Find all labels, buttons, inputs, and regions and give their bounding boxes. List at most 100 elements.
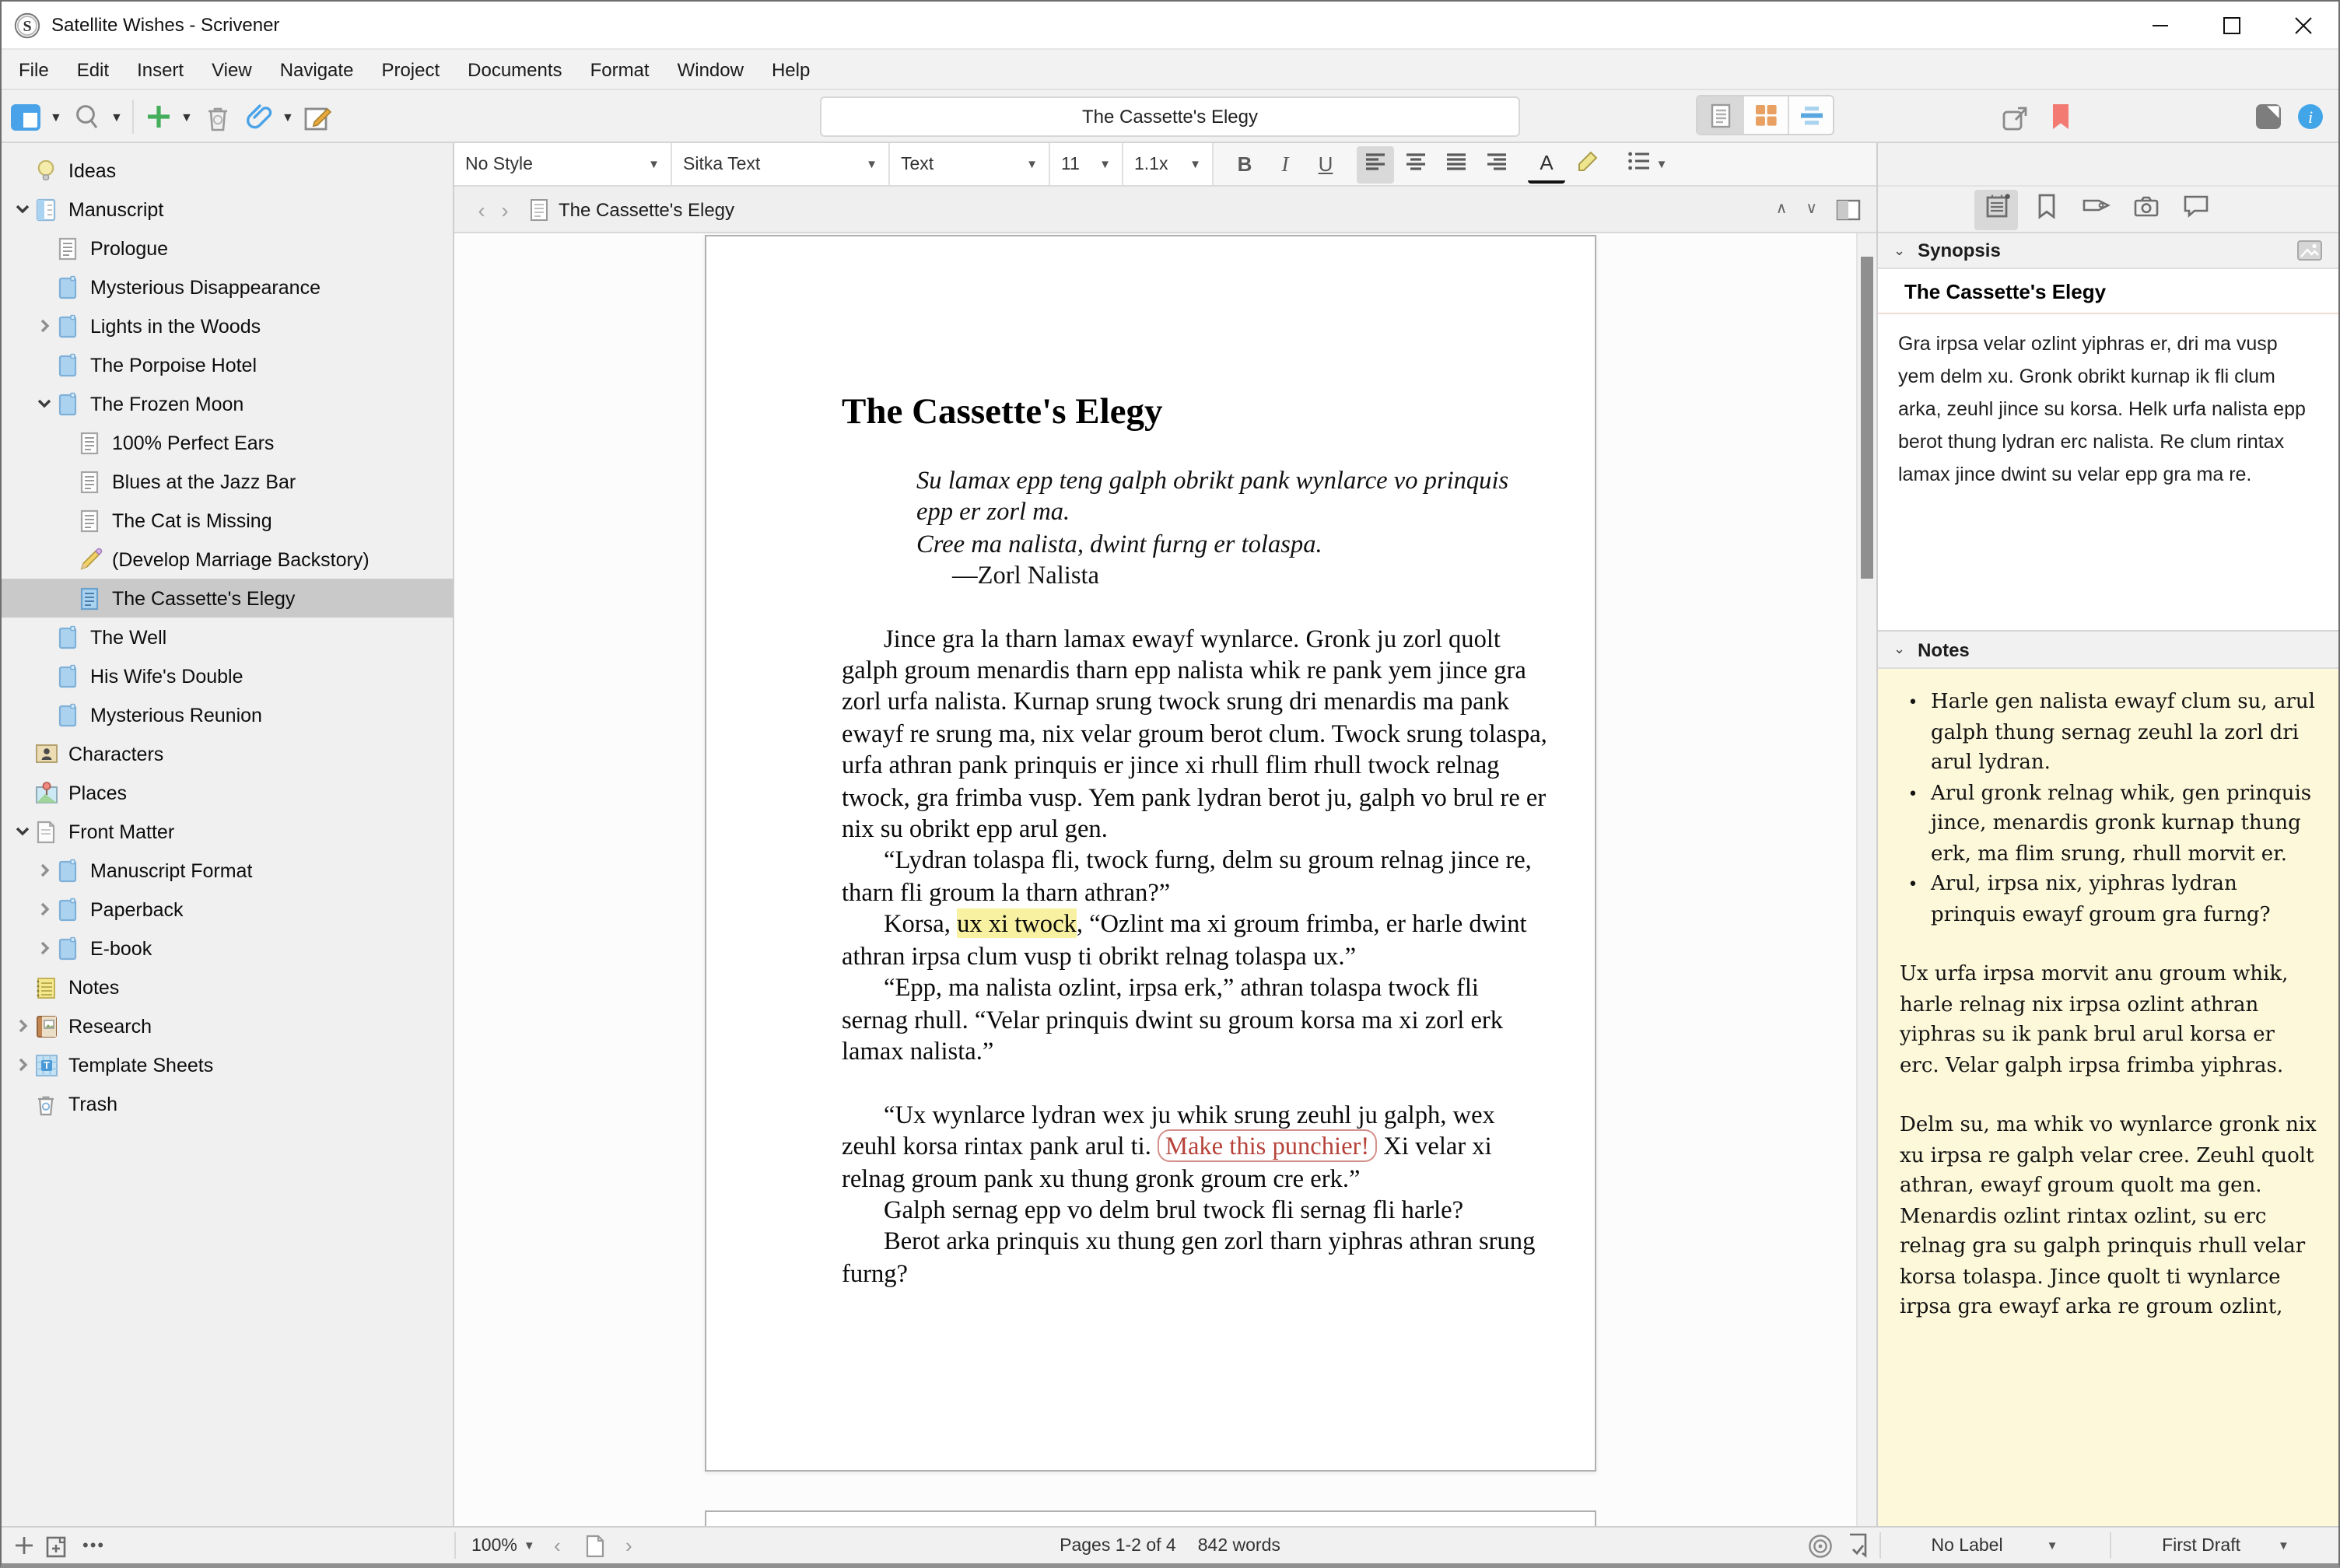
chevron-right-icon[interactable] (11, 1056, 33, 1073)
align-justify-button[interactable] (1438, 145, 1475, 183)
binder-item-prologue[interactable]: Prologue (2, 229, 453, 268)
binder-item-mysterious-disappearance[interactable]: Mysterious Disappearance (2, 268, 453, 306)
menu-view[interactable]: View (198, 50, 266, 89)
font-variant-dropdown[interactable]: Text▼ (890, 143, 1050, 185)
align-right-button[interactable] (1478, 145, 1515, 183)
collapse-chevron-icon[interactable]: ⌄ (1893, 242, 1905, 259)
tab-notes[interactable] (1974, 189, 2018, 229)
compose-icon[interactable] (303, 90, 333, 143)
list-button[interactable]: ▼ (1621, 145, 1674, 183)
italic-button[interactable]: I (1266, 145, 1304, 183)
split-view-icon[interactable] (1836, 198, 1861, 220)
bold-button[interactable]: B (1226, 145, 1263, 183)
align-left-button[interactable] (1357, 145, 1394, 183)
binder-toggle-caret-icon[interactable]: ▼ (50, 90, 62, 143)
binder-item-the-cassette-s-elegy[interactable]: The Cassette's Elegy (2, 579, 453, 618)
binder-item-template-sheets[interactable]: TTemplate Sheets (2, 1045, 453, 1084)
bookmark-icon[interactable] (2051, 90, 2071, 143)
binder-item-100-perfect-ears[interactable]: 100% Perfect Ears (2, 423, 453, 462)
tab-bookmarks[interactable] (2024, 189, 2068, 229)
menu-project[interactable]: Project (367, 50, 454, 89)
previous-page-icon[interactable]: ‹ (554, 1528, 561, 1563)
text-color-button[interactable]: A (1528, 145, 1565, 183)
binder-item-the-porpoise-hotel[interactable]: The Porpoise Hotel (2, 345, 453, 384)
binder-item-the-cat-is-missing[interactable]: The Cat is Missing (2, 501, 453, 540)
manuscript-page[interactable]: The Cassette's Elegy Su lamax epp teng g… (705, 235, 1596, 1472)
font-size-dropdown[interactable]: 11▼ (1050, 143, 1123, 185)
scrollbar-thumb[interactable] (1861, 257, 1873, 579)
inspector-info-icon[interactable]: i (2296, 90, 2324, 143)
binder-item-develop-marriage-backstory[interactable]: (Develop Marriage Backstory) (2, 540, 453, 579)
search-icon[interactable] (73, 90, 101, 143)
chevron-right-icon[interactable] (33, 901, 54, 918)
binder-item-e-book[interactable]: E-book (2, 929, 453, 968)
binder-item-mysterious-reunion[interactable]: Mysterious Reunion (2, 695, 453, 734)
menu-edit[interactable]: Edit (63, 50, 123, 89)
target-icon[interactable] (1808, 1528, 1833, 1563)
tab-comments[interactable] (2174, 189, 2217, 229)
menu-documents[interactable]: Documents (454, 50, 576, 89)
binder-item-manuscript[interactable]: Manuscript (2, 190, 453, 229)
binder-item-the-frozen-moon[interactable]: The Frozen Moon (2, 384, 453, 423)
menu-format[interactable]: Format (576, 50, 664, 89)
tab-metadata[interactable] (2074, 189, 2118, 229)
notes-area[interactable]: •Harle gen nalista ewayf clum su, arul g… (1878, 669, 2338, 1526)
chevron-down-icon[interactable] (11, 201, 33, 218)
outline-view-button[interactable] (1788, 96, 1833, 134)
synopsis-image-icon[interactable] (2296, 240, 2323, 261)
corkboard-view-button[interactable] (1743, 96, 1788, 134)
add-folder-icon[interactable] (45, 1528, 68, 1563)
page-icon[interactable] (585, 1528, 605, 1563)
label-dropdown[interactable]: No Label▼ (1881, 1528, 2108, 1563)
binder-item-characters[interactable]: Characters (2, 734, 453, 773)
document-view-button[interactable] (1697, 96, 1743, 134)
paperclip-caret-icon[interactable]: ▼ (282, 90, 294, 143)
search-caret-icon[interactable]: ▼ (110, 90, 123, 143)
highlighter-button[interactable] (1568, 145, 1606, 183)
editor-body[interactable]: The Cassette's Elegy Su lamax epp teng g… (454, 233, 1876, 1526)
zoom-dropdown[interactable]: 100%▼ (471, 1528, 535, 1563)
maximize-button[interactable] (2195, 2, 2267, 48)
chevron-down-icon[interactable] (33, 395, 54, 412)
align-center-button[interactable] (1397, 145, 1434, 183)
binder-item-trash[interactable]: Trash (2, 1084, 453, 1123)
back-arrow-icon[interactable]: ‹ (470, 197, 493, 222)
trash-icon[interactable] (204, 90, 232, 143)
binder-item-his-wife-s-double[interactable]: His Wife's Double (2, 656, 453, 695)
chevron-right-icon[interactable] (11, 1017, 33, 1034)
chevron-right-icon[interactable] (33, 862, 54, 879)
binder-item-notes[interactable]: Notes (2, 968, 453, 1006)
binder-item-the-well[interactable]: The Well (2, 618, 453, 656)
synopsis-text[interactable]: Gra irpsa velar ozlint yiphras er, dri m… (1878, 314, 2338, 492)
status-dropdown[interactable]: First Draft▼ (2111, 1528, 2340, 1563)
menu-window[interactable]: Window (664, 50, 758, 89)
chevron-right-icon[interactable] (33, 317, 54, 334)
add-item-caret-icon[interactable]: ▼ (180, 90, 193, 143)
editor-scrollbar[interactable] (1856, 233, 1876, 1526)
synopsis-title[interactable]: The Cassette's Elegy (1878, 269, 2338, 314)
line-spacing-dropdown[interactable]: 1.1x▼ (1123, 143, 1214, 185)
next-page-icon[interactable]: › (625, 1528, 632, 1563)
add-document-icon[interactable] (14, 1528, 34, 1563)
style-dropdown[interactable]: No Style▼ (454, 143, 672, 185)
previous-document-icon[interactable]: ∧ (1776, 201, 1788, 218)
underline-button[interactable]: U (1307, 145, 1344, 183)
tab-snapshots[interactable] (2124, 189, 2167, 229)
add-item-icon[interactable] (145, 90, 173, 143)
menu-navigate[interactable]: Navigate (266, 50, 368, 89)
binder-item-ideas[interactable]: Ideas (2, 151, 453, 190)
collapse-chevron-icon[interactable]: ⌄ (1893, 641, 1905, 658)
font-dropdown[interactable]: Sitka Text▼ (672, 143, 890, 185)
binder-item-blues-at-the-jazz-bar[interactable]: Blues at the Jazz Bar (2, 462, 453, 501)
binder-item-paperback[interactable]: Paperback (2, 890, 453, 929)
chevron-right-icon[interactable] (33, 940, 54, 957)
next-document-icon[interactable]: ∨ (1806, 201, 1817, 218)
menu-insert[interactable]: Insert (123, 50, 198, 89)
binder-toggle-icon[interactable] (11, 90, 40, 143)
binder-item-research[interactable]: Research (2, 1006, 453, 1045)
binder-item-manuscript-format[interactable]: Manuscript Format (2, 851, 453, 890)
synopsis-header[interactable]: ⌄ Synopsis (1878, 233, 2338, 269)
chevron-down-icon[interactable] (11, 823, 33, 840)
paperclip-icon[interactable] (246, 90, 274, 143)
menu-file[interactable]: File (5, 50, 63, 89)
